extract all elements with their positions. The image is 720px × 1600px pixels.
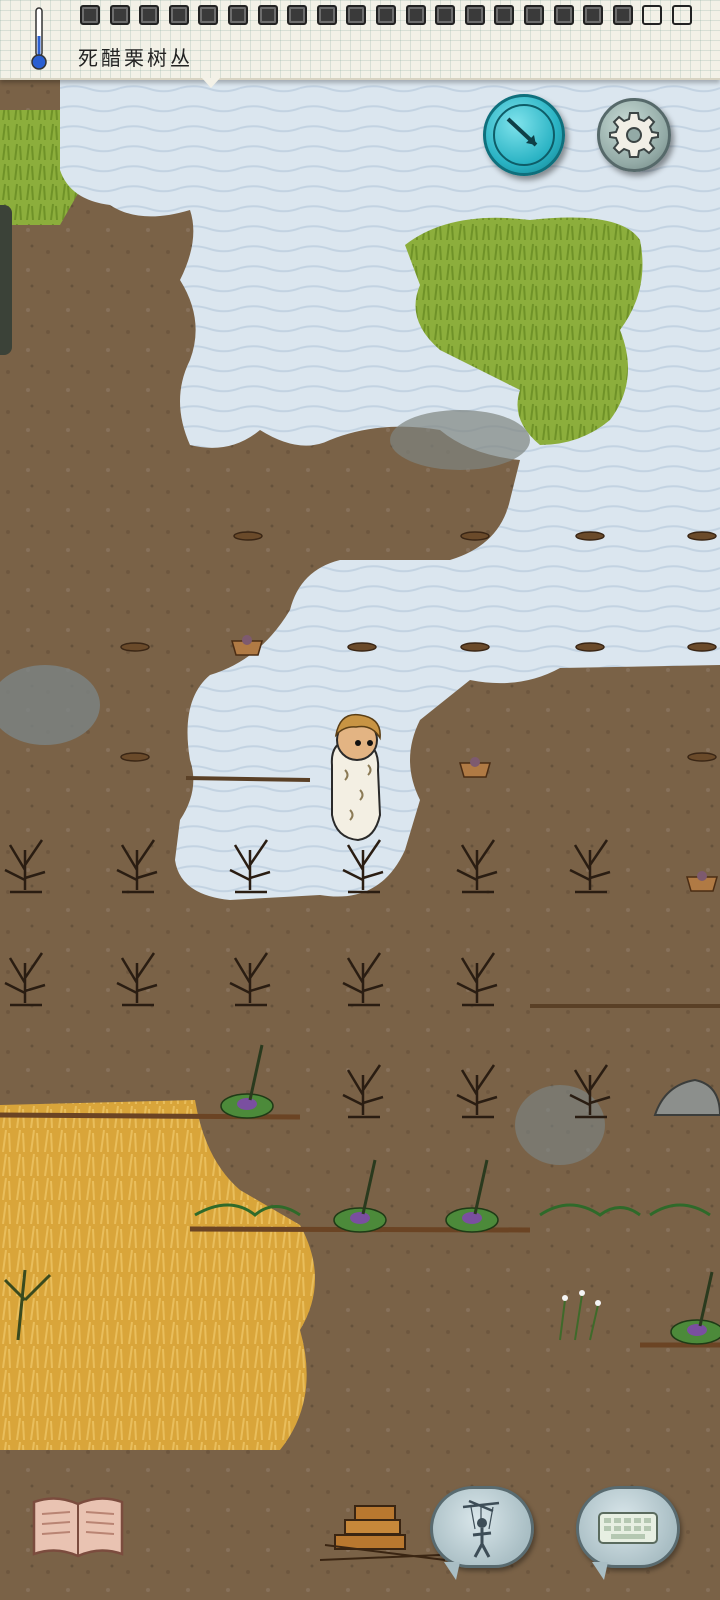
food-pip-full [405,5,426,25]
gear-icon [609,112,659,158]
food-pip-full [375,5,396,25]
food-pip-full [287,5,308,25]
status-bar: 死醋栗树丛 [0,0,720,80]
compass-button[interactable] [483,94,565,176]
food-pip-full [168,5,189,25]
chat-bubble-tail [592,1562,608,1580]
food-pip-full [583,5,604,25]
stone-patch [390,410,530,470]
food-pip-full [523,5,544,25]
keyboard-icon [598,1512,658,1544]
food-pip-full [227,5,248,25]
emote-button[interactable] [430,1486,534,1568]
food-pip-empty [671,5,692,25]
long-shaft[interactable] [185,776,311,782]
food-pip-full [80,5,100,25]
food-meter [80,5,692,29]
food-pip-full [612,5,633,25]
food-pip-full [109,5,130,25]
recipe-book-icon[interactable] [30,1492,126,1560]
food-pip-full [257,5,278,25]
player-character[interactable] [330,713,382,842]
object-hover-label: 死醋栗树丛 [78,46,193,70]
puppet-emote-icon [462,1499,500,1558]
food-pip-full [464,5,485,25]
food-pip-full [346,5,367,25]
food-pip-full [494,5,515,25]
food-pip-full [435,5,456,25]
side-drawer-handle[interactable] [0,205,12,355]
game-world[interactable] [0,0,720,1600]
food-pip-full [553,5,574,25]
label-pointer [202,78,220,88]
compass-icon [493,104,555,166]
emote-bubble-tail [444,1562,460,1580]
food-pip-empty [642,5,663,25]
stone-patch [515,1085,605,1165]
thermometer-icon [31,7,47,70]
food-pip-full [316,5,337,25]
food-pip-full [198,5,219,25]
chat-keyboard-button[interactable] [576,1486,680,1568]
settings-button[interactable] [597,98,671,172]
food-pip-full [139,5,160,25]
